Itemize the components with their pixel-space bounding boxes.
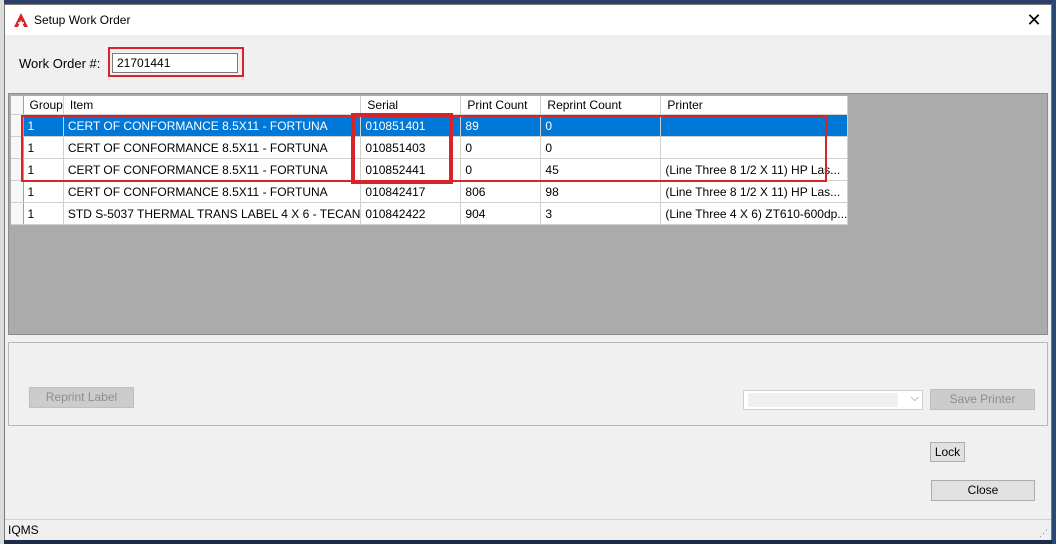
reprint-label-button[interactable]: Reprint Label (29, 387, 134, 408)
column-header-serial[interactable]: Serial (360, 96, 462, 115)
work-order-label: Work Order #: (19, 56, 101, 71)
close-button[interactable]: Close (931, 480, 1035, 501)
printer-select[interactable]: ⌵ (743, 390, 923, 410)
table-header-row: Group Item Serial Print Count Reprint Co… (11, 96, 849, 115)
save-printer-button[interactable]: Save Printer (930, 389, 1035, 410)
cell-reprint-count[interactable]: 3 (540, 202, 662, 225)
cell-group[interactable]: 1 (23, 202, 64, 225)
cell-printer[interactable]: (Line Three 4 X 6) ZT610-600dp... (660, 202, 849, 225)
cell-print-count[interactable]: 904 (460, 202, 542, 225)
row-indicator[interactable] (11, 180, 24, 203)
cell-group[interactable]: 1 (23, 180, 64, 203)
row-indicator[interactable] (11, 202, 24, 225)
chevron-down-icon[interactable]: ⌵ (911, 392, 919, 405)
lock-button[interactable]: Lock (930, 442, 965, 462)
desktop-edge-right (1052, 0, 1056, 544)
window-title: Setup Work Order (34, 13, 131, 27)
column-header-reprint-count[interactable]: Reprint Count (540, 96, 662, 115)
cell-item[interactable]: CERT OF CONFORMANCE 8.5X11 - FORTUNA (63, 180, 362, 203)
cell-reprint-count[interactable]: 98 (540, 180, 662, 203)
setup-work-order-dialog: Setup Work Order ✕ Work Order #: Group I… (4, 4, 1052, 540)
title-bar[interactable]: Setup Work Order ✕ (5, 5, 1051, 35)
iqms-logo-icon (14, 13, 28, 27)
cell-serial[interactable]: 010842422 (360, 202, 462, 225)
action-panel (8, 342, 1048, 426)
status-text: IQMS (8, 523, 39, 537)
cell-print-count[interactable]: 806 (460, 180, 542, 203)
column-header-printer[interactable]: Printer (660, 96, 849, 115)
printer-select-value (748, 393, 898, 407)
column-header-print-count[interactable]: Print Count (460, 96, 542, 115)
row-indicator-header (11, 96, 24, 115)
resize-grip-icon[interactable]: ⋰ (1039, 528, 1049, 538)
column-header-group[interactable]: Group (23, 96, 64, 115)
table-row[interactable]: 1 STD S-5037 THERMAL TRANS LABEL 4 X 6 -… (11, 202, 849, 225)
cell-item[interactable]: STD S-5037 THERMAL TRANS LABEL 4 X 6 - T… (63, 202, 362, 225)
serial-highlight-box (351, 113, 453, 184)
column-header-item[interactable]: Item (63, 96, 362, 115)
cell-printer[interactable]: (Line Three 8 1/2 X 11) HP Las... (660, 180, 849, 203)
work-order-highlight-box (108, 47, 244, 77)
status-bar: IQMS ⋰ (5, 519, 1051, 540)
close-icon[interactable]: ✕ (1023, 9, 1045, 31)
